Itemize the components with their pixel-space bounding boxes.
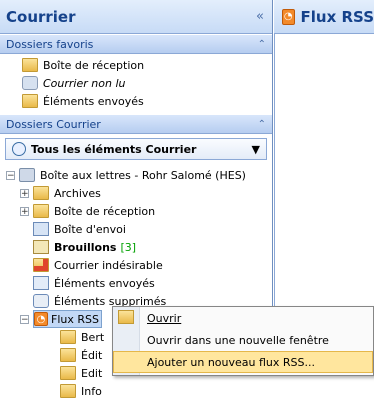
folder-label: Édit <box>81 348 103 362</box>
folder-label: Archives <box>54 186 101 200</box>
open-folder-icon <box>118 310 134 324</box>
folder-label: Bert <box>81 330 105 344</box>
rss-icon: ◔ <box>282 8 295 25</box>
collapse-mail-folders-icon[interactable]: ⌃ <box>258 119 266 130</box>
folder-label: Edit <box>81 366 103 380</box>
folder-outbox[interactable]: Boîte d'envoi <box>20 220 272 238</box>
search-icon <box>12 142 26 156</box>
favorite-label: Courrier non lu <box>43 76 126 90</box>
folder-archives[interactable]: + Archives <box>20 184 272 202</box>
folder-label: Flux RSS <box>51 312 99 326</box>
menu-item-add-rss-feed[interactable]: Ajouter un nouveau flux RSS... <box>113 351 373 373</box>
favorite-sent-items[interactable]: Éléments envoyés <box>22 92 272 110</box>
rss-icon: ◔ <box>34 312 48 326</box>
mailbox-label: Boîte aux lettres - Rohr Salomé (HES) <box>40 168 246 182</box>
unread-count: [3] <box>120 240 137 254</box>
folder-label: Boîte d'envoi <box>54 222 126 236</box>
folder-icon <box>60 348 76 362</box>
context-menu: Ouvrir Ouvrir dans une nouvelle fenêtre … <box>112 306 374 376</box>
favorite-inbox[interactable]: Boîte de réception <box>22 56 272 74</box>
mail-folders-header[interactable]: Dossiers Courrier ⌃ <box>0 114 272 134</box>
folder-label: Éléments envoyés <box>54 276 155 290</box>
collapse-toggle[interactable]: − <box>20 314 29 324</box>
nav-header: Courrier « <box>0 0 272 34</box>
outbox-icon <box>33 222 49 236</box>
menu-item-label: Ouvrir <box>147 311 182 325</box>
menu-item-label: Ouvrir dans une nouvelle fenêtre <box>147 333 329 347</box>
mail-folders-header-label: Dossiers Courrier <box>6 117 101 131</box>
junk-icon <box>33 258 49 272</box>
rss-feed-folder[interactable]: Info <box>60 382 272 400</box>
folder-icon <box>60 330 76 344</box>
expand-toggle[interactable]: + <box>20 206 29 216</box>
folder-label: Brouillons <box>54 240 117 254</box>
folder-icon <box>60 384 76 398</box>
favorite-label: Éléments envoyés <box>43 94 144 108</box>
favorite-unread-mail[interactable]: Courrier non lu <box>22 74 272 92</box>
content-title: Flux RSS <box>300 7 374 26</box>
inbox-icon <box>22 58 38 72</box>
folder-label: Info <box>81 384 102 398</box>
all-mail-items-dropdown[interactable]: Tous les éléments Courrier ▼ <box>5 138 267 160</box>
mailbox-icon <box>19 168 35 182</box>
search-folder-icon <box>22 76 38 90</box>
mailbox-root[interactable]: − Boîte aux lettres - Rohr Salomé (HES) <box>6 166 272 184</box>
folder-icon <box>33 186 49 200</box>
sent-items-icon <box>22 94 38 108</box>
favorite-label: Boîte de réception <box>43 58 145 72</box>
nav-title: Courrier <box>6 7 76 26</box>
folder-label: Courrier indésirable <box>54 258 163 272</box>
folder-sent[interactable]: Éléments envoyés <box>20 274 272 292</box>
menu-item-label: Ajouter un nouveau flux RSS... <box>147 355 315 369</box>
chevron-down-icon: ▼ <box>251 142 260 156</box>
favorites-header[interactable]: Dossiers favoris ⌃ <box>0 34 272 54</box>
collapse-favorites-icon[interactable]: ⌃ <box>258 39 266 50</box>
all-mail-items-label: Tous les éléments Courrier <box>31 142 197 156</box>
folder-inbox[interactable]: + Boîte de réception <box>20 202 272 220</box>
collapse-nav-button[interactable]: « <box>256 9 264 24</box>
folder-junk[interactable]: Courrier indésirable <box>20 256 272 274</box>
favorites-header-label: Dossiers favoris <box>6 37 94 51</box>
folder-drafts[interactable]: Brouillons [3] <box>20 238 272 256</box>
folder-label: Boîte de réception <box>54 204 156 218</box>
content-header: ◔ Flux RSS <box>274 0 374 34</box>
menu-item-open[interactable]: Ouvrir <box>113 307 373 329</box>
drafts-icon <box>33 240 49 254</box>
trash-icon <box>33 294 49 308</box>
collapse-toggle[interactable]: − <box>6 170 15 180</box>
menu-item-open-new-window[interactable]: Ouvrir dans une nouvelle fenêtre <box>113 329 373 351</box>
folder-icon <box>60 366 76 380</box>
sent-items-icon <box>33 276 49 290</box>
inbox-icon <box>33 204 49 218</box>
expand-toggle[interactable]: + <box>20 188 29 198</box>
